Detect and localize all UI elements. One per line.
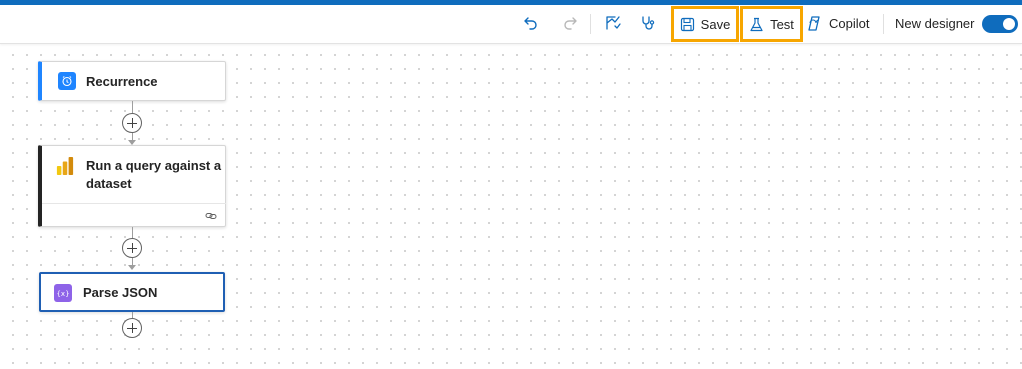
step-card-parse-json[interactable]: {x} Parse JSON [39, 272, 225, 312]
undo-icon [522, 14, 540, 32]
power-bi-icon [56, 157, 74, 175]
connector-line [132, 227, 133, 238]
add-step-button[interactable] [122, 318, 142, 338]
copilot-icon [806, 15, 823, 32]
test-button[interactable]: Test [740, 6, 803, 42]
copilot-button[interactable]: Copilot [806, 15, 869, 32]
add-step-button[interactable] [122, 113, 142, 133]
clock-icon [58, 72, 76, 90]
add-step-button[interactable] [122, 238, 142, 258]
save-button[interactable]: Save [671, 6, 739, 42]
step-title: Run a query against a dataset [86, 158, 222, 191]
step-title: Parse JSON [83, 285, 158, 300]
designer-toolbar: Save Test Copilot New designer [0, 5, 1022, 44]
card-footer-divider [42, 203, 226, 204]
new-designer-toggle[interactable] [982, 15, 1018, 33]
save-label: Save [700, 16, 731, 32]
step-title: Recurrence [86, 74, 158, 89]
test-label: Test [770, 16, 794, 32]
step-card-recurrence[interactable]: Recurrence [38, 61, 226, 101]
save-icon [680, 17, 695, 32]
toolbar-divider [590, 14, 591, 34]
undo-button[interactable] [522, 14, 540, 32]
redo-button[interactable] [561, 14, 579, 32]
toolbar-divider [883, 14, 884, 34]
beaker-icon [749, 17, 764, 32]
toggle-knob [1003, 18, 1015, 30]
connector-arrow [128, 265, 136, 270]
variable-icon: {x} [54, 284, 72, 302]
copilot-label: Copilot [829, 16, 870, 31]
step-card-run-query[interactable]: Run a query against a dataset [38, 145, 226, 227]
link-icon[interactable] [205, 209, 217, 227]
flow-checker-icon [604, 14, 622, 32]
new-designer-label: New designer [895, 16, 975, 31]
stethoscope-icon [640, 14, 658, 32]
svg-text:{x}: {x} [57, 290, 69, 298]
connector-line [132, 101, 133, 113]
redo-icon [561, 14, 579, 32]
flow-health-button[interactable] [640, 14, 658, 32]
flow-checker-button[interactable] [604, 14, 622, 32]
